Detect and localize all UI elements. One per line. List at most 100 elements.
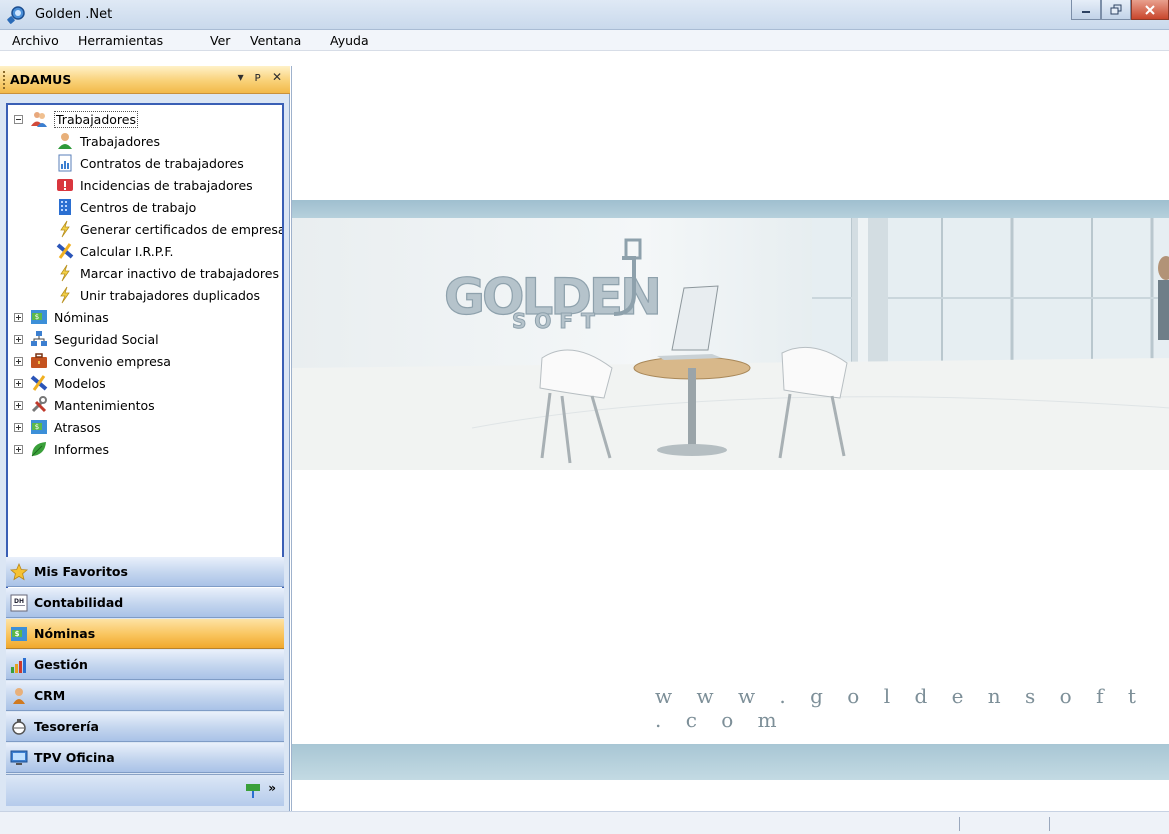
tree-node-label: Seguridad Social (54, 331, 159, 347)
menu-herramientas[interactable]: Herramientas (78, 33, 163, 48)
nav-button-label: TPV Oficina (34, 750, 115, 765)
tree-node-nominas[interactable]: $ Nóminas (14, 306, 109, 328)
tree-node-label: Atrasos (54, 419, 101, 435)
nav-button-label: Mis Favoritos (34, 564, 128, 579)
tree-item-centros[interactable]: Centros de trabajo (56, 196, 196, 218)
tree-item-trabajadores[interactable]: Trabajadores (56, 130, 160, 152)
banner-top-strip (292, 200, 1169, 218)
nav-button-tesoreria[interactable]: Tesorería (6, 712, 284, 742)
tree-item-inactivo[interactable]: Marcar inactivo de trabajadores (56, 262, 279, 284)
status-separator (959, 817, 960, 831)
nav-button-gestion[interactable]: Gestión (6, 650, 284, 680)
tree-node-trabajadores-group[interactable]: Trabajadores (14, 108, 138, 130)
nav-button-label: Contabilidad (34, 595, 124, 610)
window-title: Golden .Net (35, 7, 113, 22)
menu-ver[interactable]: Ver (210, 33, 230, 48)
bar-chart-icon (11, 657, 26, 673)
panel-title: ADAMUS (10, 72, 72, 87)
panel-header: ADAMUS ▾ ᴘ ✕ (0, 66, 290, 94)
calculator-icon (56, 243, 74, 259)
nav-button-crm[interactable]: CRM (6, 681, 284, 711)
expand-icon[interactable] (14, 400, 23, 410)
minimize-icon (1082, 10, 1090, 13)
money-icon: $ (11, 626, 27, 641)
expand-icon[interactable] (14, 334, 23, 344)
navigation-panel: ADAMUS ▾ ᴘ ✕ Trabajadores Trabajadores C… (0, 66, 290, 811)
tree-item-label: Trabajadores (80, 133, 160, 149)
tree-node-convenio[interactable]: Convenio empresa (14, 350, 171, 372)
tree-item-incidencias[interactable]: Incidencias de trabajadores (56, 174, 253, 196)
tree-node-label: Modelos (54, 375, 106, 391)
svg-text:$: $ (15, 630, 20, 638)
panel-menu-icon[interactable]: ▾ (238, 70, 244, 84)
restore-button[interactable] (1101, 0, 1131, 20)
money-icon: $ (31, 420, 47, 434)
website-url: w w w . g o l d e n s o f t . c o m (655, 684, 1145, 732)
tree-item-label: Marcar inactivo de trabajadores (80, 265, 279, 281)
close-button[interactable] (1131, 0, 1169, 20)
expand-icon[interactable] (14, 378, 23, 388)
panel-grip[interactable] (3, 71, 5, 89)
tree-node-label: Trabajadores (54, 110, 138, 128)
expand-icon[interactable] (14, 356, 23, 366)
people-icon (31, 112, 47, 127)
banner-image: GOLDEN SOFT (292, 218, 1169, 470)
tree-node-label: Mantenimientos (54, 397, 155, 413)
tree-node-label: Convenio empresa (54, 353, 171, 369)
tree-item-contratos[interactable]: Contratos de trabajadores (56, 152, 244, 174)
lightning-icon (60, 286, 70, 304)
tree-node-seguridad-social[interactable]: Seguridad Social (14, 328, 159, 350)
menu-ventana[interactable]: Ventana (250, 33, 301, 48)
ledger-icon: DH (10, 594, 28, 611)
tree-node-atrasos[interactable]: $ Atrasos (14, 416, 101, 438)
status-separator (1049, 817, 1050, 831)
menu-archivo[interactable]: Archivo (12, 33, 59, 48)
nav-footer: » (6, 774, 284, 806)
expand-icon[interactable] (14, 444, 23, 454)
incident-icon (57, 179, 73, 191)
person-icon (13, 687, 25, 704)
svg-text:$: $ (35, 423, 39, 431)
star-icon (10, 562, 28, 580)
tree-node-modelos[interactable]: Modelos (14, 372, 106, 394)
collapse-icon[interactable] (14, 114, 23, 124)
menu-ayuda[interactable]: Ayuda (330, 33, 369, 48)
tree-view[interactable]: Trabajadores Trabajadores Contratos de t… (6, 103, 284, 606)
calculator-icon (30, 375, 48, 391)
nav-button-nominas[interactable]: $ Nóminas (6, 619, 284, 649)
close-icon (1145, 4, 1155, 15)
document-chart-icon (58, 154, 72, 172)
tree-node-label: Informes (54, 441, 109, 457)
chevron-more-icon[interactable]: » (268, 781, 276, 795)
treasury-icon (12, 718, 26, 735)
panel-close-icon[interactable]: ✕ (272, 70, 282, 84)
title-bar: Golden .Net (0, 0, 1169, 30)
nav-button-favoritos[interactable]: Mis Favoritos (6, 557, 284, 587)
window-controls (1071, 0, 1169, 22)
building-icon (59, 199, 71, 215)
svg-text:DH: DH (14, 598, 24, 605)
expand-icon[interactable] (14, 422, 23, 432)
nav-button-label: CRM (34, 688, 66, 703)
main-content: GOLDEN SOFT w w w . g o l d e n s o f t … (291, 66, 1169, 811)
tree-node-mantenimientos[interactable]: Mantenimientos (14, 394, 155, 416)
money-icon: $ (31, 310, 47, 324)
expand-icon[interactable] (14, 312, 23, 322)
nav-button-label: Nóminas (34, 626, 96, 641)
minimize-button[interactable] (1071, 0, 1101, 20)
person-icon (58, 133, 72, 149)
nav-button-contabilidad[interactable]: DH Contabilidad (6, 588, 284, 618)
svg-text:SOFT: SOFT (512, 309, 603, 333)
nav-button-tpv[interactable]: TPV Oficina (6, 743, 284, 773)
configure-buttons-icon[interactable] (244, 783, 262, 799)
tree-item-duplicados[interactable]: Unir trabajadores duplicados (56, 284, 260, 306)
app-icon (7, 6, 25, 24)
restore-icon (1110, 4, 1122, 14)
tree-item-label: Generar certificados de empresa (80, 221, 284, 237)
tree-item-irpf[interactable]: Calcular I.R.P.F. (56, 240, 174, 262)
pin-icon[interactable]: ᴘ (255, 70, 261, 84)
tree-item-certificados[interactable]: Generar certificados de empresa (56, 218, 284, 240)
leaf-icon (31, 442, 46, 457)
monitor-icon (10, 750, 28, 765)
tree-node-informes[interactable]: Informes (14, 438, 109, 460)
